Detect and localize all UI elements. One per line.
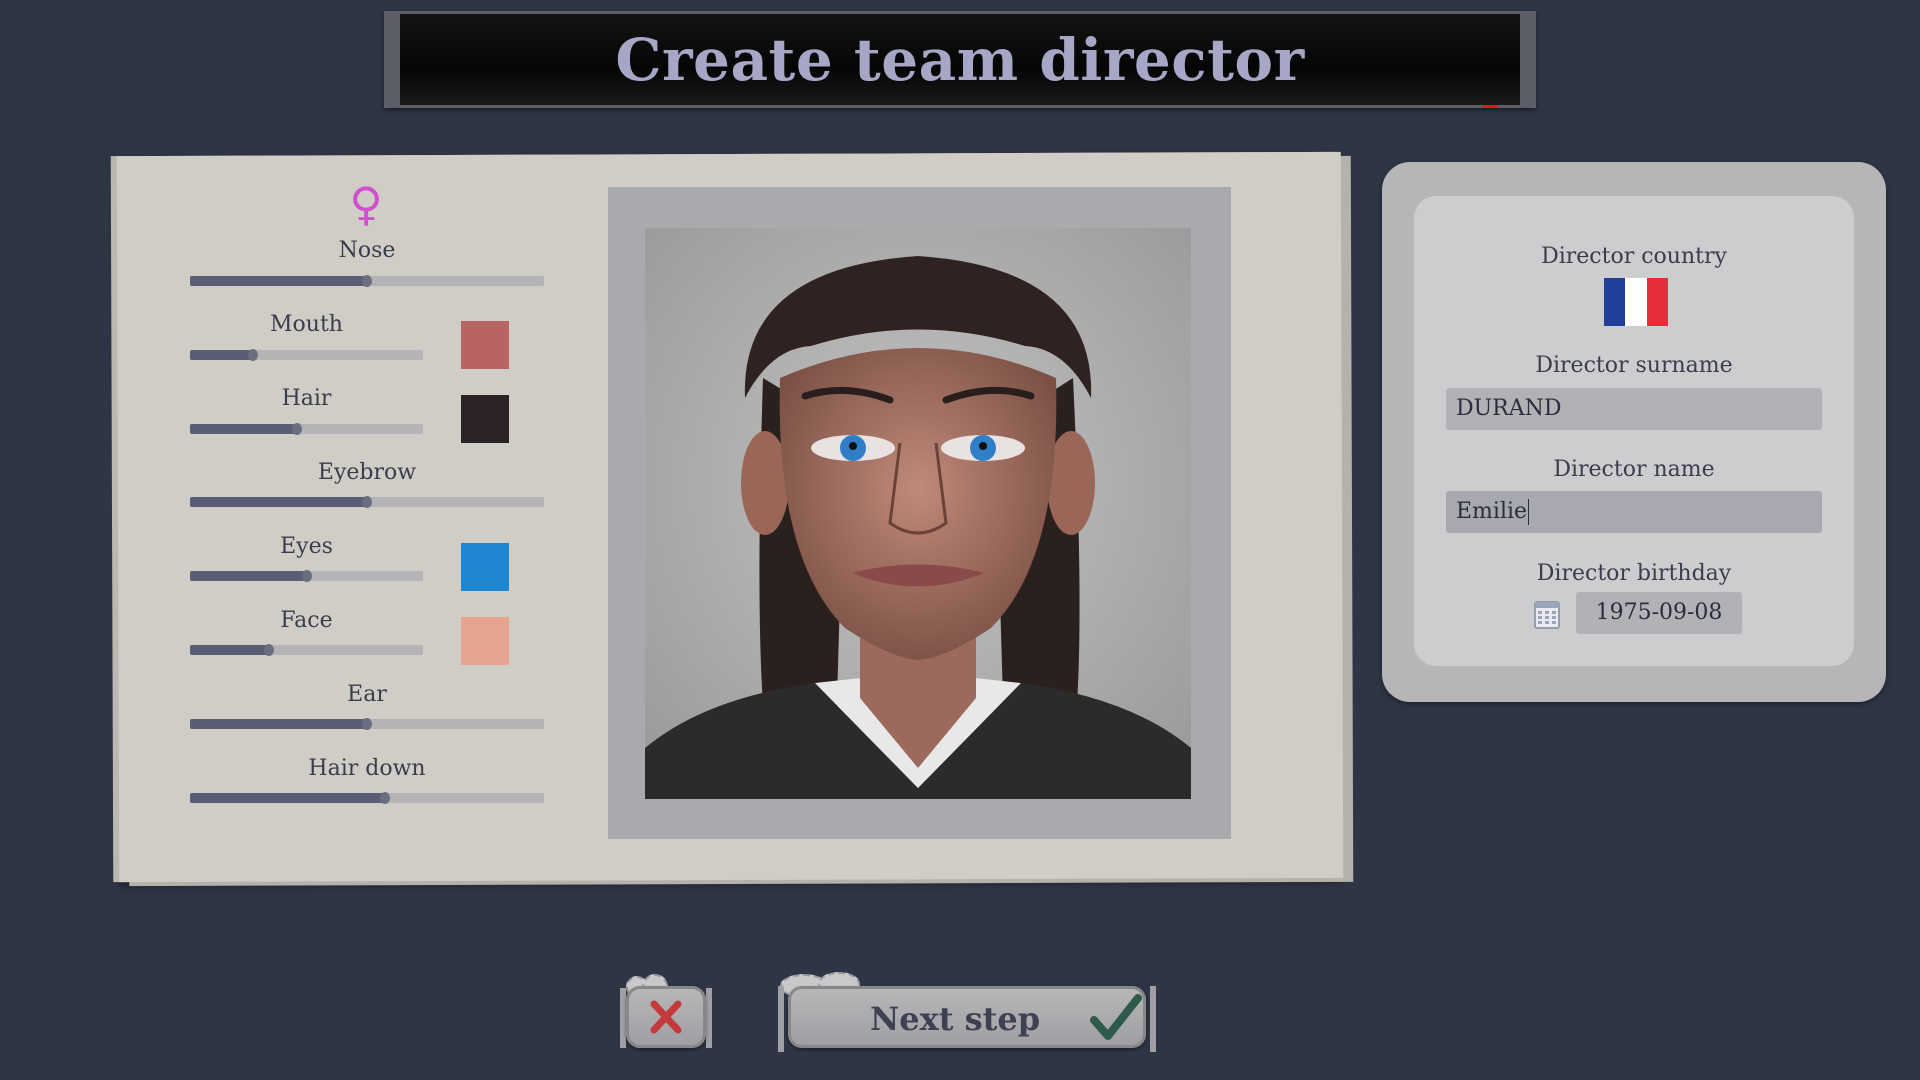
hair-label: Hair bbox=[281, 386, 332, 411]
eyes-label: Eyes bbox=[280, 534, 333, 559]
eyes-slider-handle[interactable] bbox=[301, 570, 312, 582]
name-label: Director name bbox=[1553, 457, 1715, 482]
hair-slider-handle[interactable] bbox=[292, 423, 303, 435]
next-button-left-post bbox=[778, 986, 784, 1052]
female-symbol-icon[interactable]: ♀ bbox=[349, 178, 383, 230]
mouth-slider-handle[interactable] bbox=[247, 349, 258, 361]
next-step-button-body[interactable]: Next step bbox=[788, 986, 1146, 1048]
ear-slider[interactable] bbox=[190, 718, 544, 730]
nose-label: Nose bbox=[338, 238, 396, 263]
calendar-icon[interactable] bbox=[1534, 599, 1560, 629]
hair-slider[interactable] bbox=[190, 423, 423, 435]
mouth-label: Mouth bbox=[270, 312, 343, 337]
birthday-field[interactable]: 1975-09-08 bbox=[1576, 592, 1742, 634]
name-value: Emilie bbox=[1456, 499, 1528, 524]
cancel-button-right-post bbox=[706, 988, 712, 1048]
face-label: Face bbox=[280, 608, 333, 633]
director-portrait bbox=[645, 228, 1191, 799]
close-x-icon bbox=[650, 1000, 682, 1034]
hair-down-slider-handle[interactable] bbox=[379, 792, 390, 804]
nose-slider[interactable] bbox=[190, 275, 544, 287]
eyes-color-swatch[interactable] bbox=[461, 543, 509, 591]
ear-slider-handle[interactable] bbox=[362, 718, 372, 730]
hair-down-label: Hair down bbox=[308, 756, 426, 781]
next-step-button[interactable]: Next step bbox=[778, 972, 1156, 1052]
next-step-label: Next step bbox=[870, 1000, 1041, 1038]
country-label: Director country bbox=[1541, 244, 1727, 269]
cancel-button-body[interactable] bbox=[626, 986, 706, 1048]
surname-label: Director surname bbox=[1535, 353, 1733, 378]
page-title: Create team director bbox=[615, 25, 1305, 94]
france-flag-icon[interactable] bbox=[1604, 278, 1668, 326]
hair-color-swatch[interactable] bbox=[461, 395, 509, 443]
ear-label: Ear bbox=[347, 682, 387, 707]
eyebrow-label: Eyebrow bbox=[317, 460, 417, 485]
surname-value: DURAND bbox=[1456, 396, 1562, 421]
director-portrait-image bbox=[645, 228, 1191, 799]
title-banner: Create team director bbox=[384, 11, 1536, 108]
face-slider-handle[interactable] bbox=[264, 644, 275, 656]
checkmark-icon bbox=[1090, 994, 1142, 1040]
title-banner-mark bbox=[1482, 105, 1498, 108]
eyes-slider[interactable] bbox=[190, 570, 423, 582]
face-color-swatch[interactable] bbox=[461, 617, 509, 665]
birthday-label: Director birthday bbox=[1536, 561, 1732, 586]
surname-input[interactable]: DURAND bbox=[1446, 388, 1822, 430]
mouth-slider[interactable] bbox=[190, 349, 423, 361]
name-input[interactable]: Emilie bbox=[1446, 491, 1822, 533]
mouth-color-swatch[interactable] bbox=[461, 321, 509, 369]
director-info-card: Director country Director surname DURAND… bbox=[1414, 196, 1854, 666]
eyebrow-slider[interactable] bbox=[190, 496, 544, 508]
face-slider[interactable] bbox=[190, 644, 423, 656]
title-banner-inner: Create team director bbox=[400, 14, 1520, 105]
eyebrow-slider-handle[interactable] bbox=[362, 496, 372, 508]
director-info-panel: Director country Director surname DURAND… bbox=[1382, 162, 1886, 702]
nose-slider-handle[interactable] bbox=[362, 275, 372, 287]
cancel-button[interactable] bbox=[620, 974, 712, 1052]
hair-down-slider[interactable] bbox=[190, 792, 544, 804]
text-caret bbox=[1528, 499, 1530, 525]
next-button-right-post bbox=[1150, 986, 1156, 1052]
